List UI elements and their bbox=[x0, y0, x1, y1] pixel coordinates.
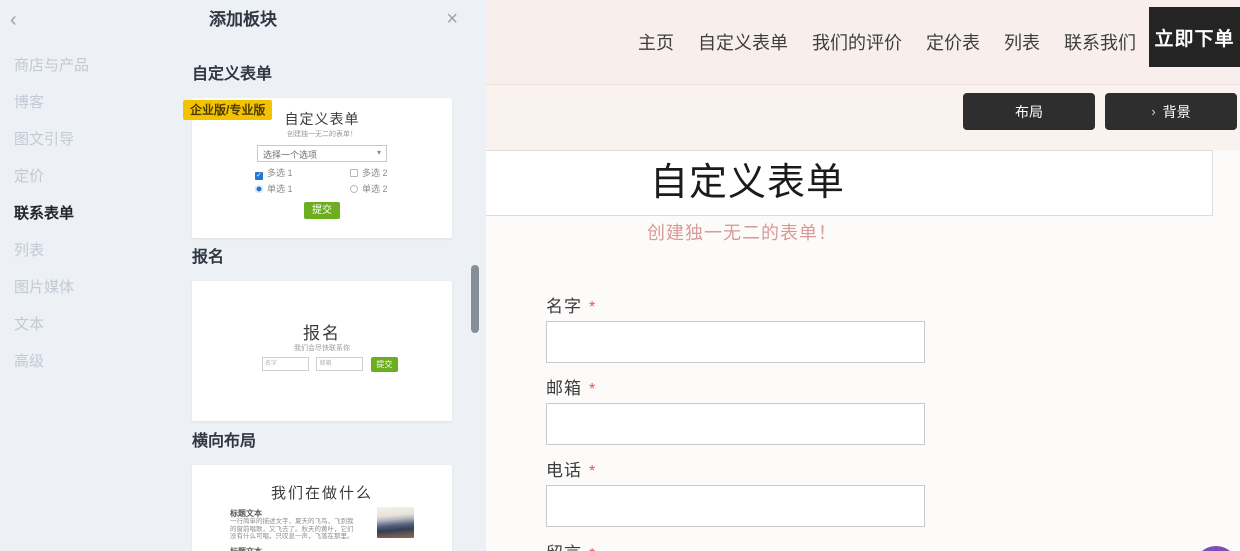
nav-item-pricing-table[interactable]: 定价表 bbox=[926, 29, 980, 55]
phone-input[interactable] bbox=[546, 485, 925, 527]
sidebar-item-pricing[interactable]: 定价 bbox=[14, 169, 164, 185]
chevron-right-icon: › bbox=[1151, 104, 1156, 119]
nav-item-home[interactable]: 主页 bbox=[638, 29, 674, 55]
preview-checkbox-2-label: 多选 2 bbox=[362, 168, 388, 178]
nav-item-list[interactable]: 列表 bbox=[1004, 29, 1040, 55]
preview-radio-1: 单选 1 bbox=[255, 182, 293, 195]
preview-submit-button: 提交 bbox=[370, 357, 398, 372]
card-preview-title: 自定义表单 bbox=[284, 113, 360, 128]
preview-input-row: 提交 bbox=[262, 357, 398, 373]
order-now-button[interactable]: 立即下单 bbox=[1149, 7, 1240, 67]
nav-item-reviews[interactable]: 我们的评价 bbox=[812, 29, 902, 55]
field-label: 名字 bbox=[546, 297, 582, 316]
preview-email-input bbox=[316, 357, 364, 371]
site-nav: 主页 自定义表单 我们的评价 定价表 列表 联系我们 bbox=[638, 0, 1136, 84]
radio-selected-icon bbox=[255, 185, 263, 193]
background-button[interactable]: › 背景 bbox=[1105, 93, 1237, 130]
title-edit-box[interactable] bbox=[484, 150, 1213, 216]
preview-item2-heading: 标题文本 bbox=[230, 546, 262, 551]
sidebar-item-media[interactable]: 图片媒体 bbox=[14, 280, 164, 296]
template-card-custom-form[interactable]: 企业版/专业版 自定义表单 创建独一无二的表单！ 选择一个选项 ▾ ✓ 多选 1 … bbox=[183, 98, 452, 238]
nav-item-contact-us[interactable]: 联系我们 bbox=[1064, 29, 1136, 55]
card-preview-title: 我们在做什么 bbox=[270, 486, 373, 502]
panel-scrollbar-thumb[interactable] bbox=[471, 265, 479, 333]
background-button-label: 背景 bbox=[1162, 103, 1191, 120]
nav-item-custom-form[interactable]: 自定义表单 bbox=[698, 29, 788, 55]
layout-button[interactable]: 布局 bbox=[963, 93, 1095, 130]
checkbox-checked-icon: ✓ bbox=[255, 172, 263, 180]
sunset-photo-thumbnail bbox=[377, 507, 414, 538]
email-input[interactable] bbox=[546, 403, 925, 445]
form-field-email: 邮箱 * bbox=[546, 374, 925, 445]
sidebar-item-blog[interactable]: 博客 bbox=[14, 95, 164, 111]
preview-radio-2: 单选 2 bbox=[350, 182, 388, 195]
checkbox-unchecked-icon bbox=[350, 169, 358, 177]
field-label: 邮箱 bbox=[546, 379, 582, 398]
site-preview: 主页 自定义表单 我们的评价 定价表 列表 联系我们 立即下单 布局 › 背景 … bbox=[484, 0, 1240, 551]
required-asterisk: * bbox=[589, 546, 595, 551]
caret-down-icon: ▾ bbox=[376, 148, 381, 157]
preview-checkbox-2: 多选 2 bbox=[350, 166, 388, 179]
required-asterisk: * bbox=[589, 381, 596, 398]
sidebar-item-image-guide[interactable]: 图文引导 bbox=[14, 132, 164, 148]
form-field-phone: 电话 * bbox=[546, 456, 925, 527]
name-input[interactable] bbox=[546, 321, 925, 363]
category-sidebar: 商店与产品 博客 图文引导 定价 联系表单 列表 图片媒体 文本 高级 bbox=[14, 58, 164, 391]
section-heading-signup: 报名 bbox=[192, 249, 225, 266]
form-field-name: 名字 * bbox=[546, 292, 925, 363]
card-preview-subtitle: 创建独一无二的表单！ bbox=[287, 131, 357, 138]
required-asterisk: * bbox=[589, 299, 596, 316]
preview-submit-button: 提交 bbox=[304, 202, 340, 219]
section-heading-custom-form: 自定义表单 bbox=[192, 66, 273, 83]
field-label: 留言 bbox=[546, 544, 582, 551]
sidebar-item-advanced[interactable]: 高级 bbox=[14, 354, 164, 370]
preview-radio-1-label: 单选 1 bbox=[267, 184, 293, 194]
preview-checkbox-1: ✓ 多选 1 bbox=[255, 166, 293, 180]
sidebar-item-contact-form[interactable]: 联系表单 bbox=[14, 206, 164, 222]
preview-name-input bbox=[262, 357, 309, 371]
sidebar-item-text[interactable]: 文本 bbox=[14, 317, 164, 333]
field-label: 电话 bbox=[546, 461, 582, 480]
radio-unselected-icon bbox=[350, 185, 358, 193]
add-section-panel: ‹ 添加板块 × 商店与产品 博客 图文引导 定价 联系表单 列表 图片媒体 文… bbox=[0, 0, 486, 551]
preview-select: 选择一个选项 ▾ bbox=[257, 145, 387, 162]
form-section-title[interactable]: 自定义表单 bbox=[650, 150, 845, 216]
website-builder-app: ‹ 添加板块 × 商店与产品 博客 图文引导 定价 联系表单 列表 图片媒体 文… bbox=[0, 0, 1240, 551]
card-preview-subtitle: 我们会尽快联系你 bbox=[294, 345, 350, 352]
sidebar-item-store[interactable]: 商店与产品 bbox=[14, 58, 164, 74]
template-card-signup[interactable]: 报名 我们会尽快联系你 提交 bbox=[192, 281, 452, 421]
template-card-horizontal-layout[interactable]: 我们在做什么 标题文本 一行简单的描述文字，夏天的飞鸟，飞到我的窗前唱歌，又飞去… bbox=[192, 465, 452, 551]
preview-select-text: 选择一个选项 bbox=[263, 150, 318, 160]
card-preview-title: 报名 bbox=[303, 324, 341, 343]
sidebar-item-list[interactable]: 列表 bbox=[14, 243, 164, 259]
form-field-message: 留言 * bbox=[546, 539, 925, 551]
close-icon[interactable]: × bbox=[446, 7, 458, 31]
preview-item-text: 一行简单的描述文字，夏天的飞鸟，飞到我的窗前唱歌，又飞去了。秋天的黄叶，它们没有… bbox=[230, 518, 354, 540]
required-asterisk: * bbox=[589, 463, 596, 480]
form-section-subtitle[interactable]: 创建独一无二的表单！ bbox=[647, 219, 837, 245]
preview-checkbox-1-label: 多选 1 bbox=[267, 168, 293, 178]
section-heading-horizontal: 横向布局 bbox=[192, 433, 257, 450]
panel-title: 添加板块 bbox=[209, 10, 277, 29]
preview-radio-2-label: 单选 2 bbox=[362, 184, 388, 194]
chat-bubble-button[interactable] bbox=[1194, 546, 1238, 551]
